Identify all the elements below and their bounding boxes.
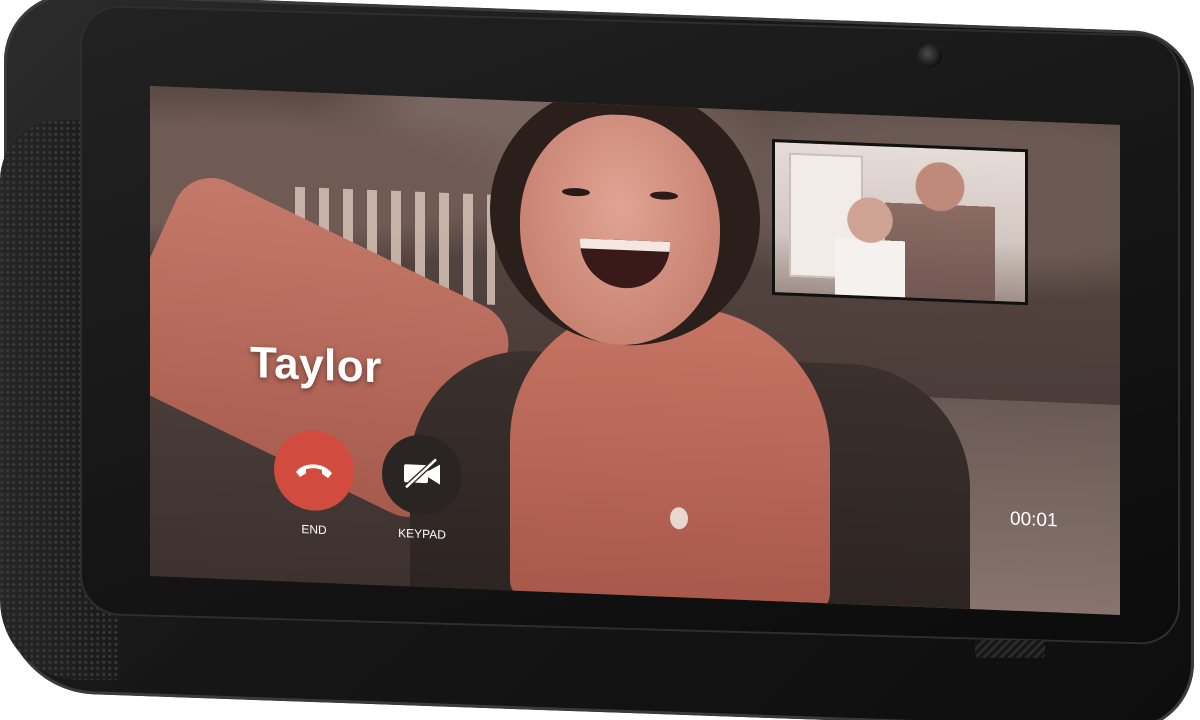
end-call-label: END xyxy=(301,522,327,538)
self-view-pip xyxy=(772,138,1028,306)
caller-hoodie xyxy=(510,300,830,614)
keypad-label: KEYPAD xyxy=(398,525,446,542)
call-timer: 00:01 xyxy=(1010,508,1058,532)
video-call-screen: Taylor END KEYPAD 00:01 xyxy=(150,86,1120,615)
phone-hangup-icon xyxy=(292,456,336,485)
caller-necklace xyxy=(670,506,688,530)
self-view-baby xyxy=(835,194,905,306)
camera-lens xyxy=(918,44,942,68)
video-off-icon xyxy=(400,455,444,496)
camera-shutter-slider[interactable] xyxy=(975,640,1045,658)
device-product-shot: Taylor END KEYPAD 00:01 xyxy=(0,0,1200,720)
caller-name: Taylor xyxy=(250,338,382,393)
